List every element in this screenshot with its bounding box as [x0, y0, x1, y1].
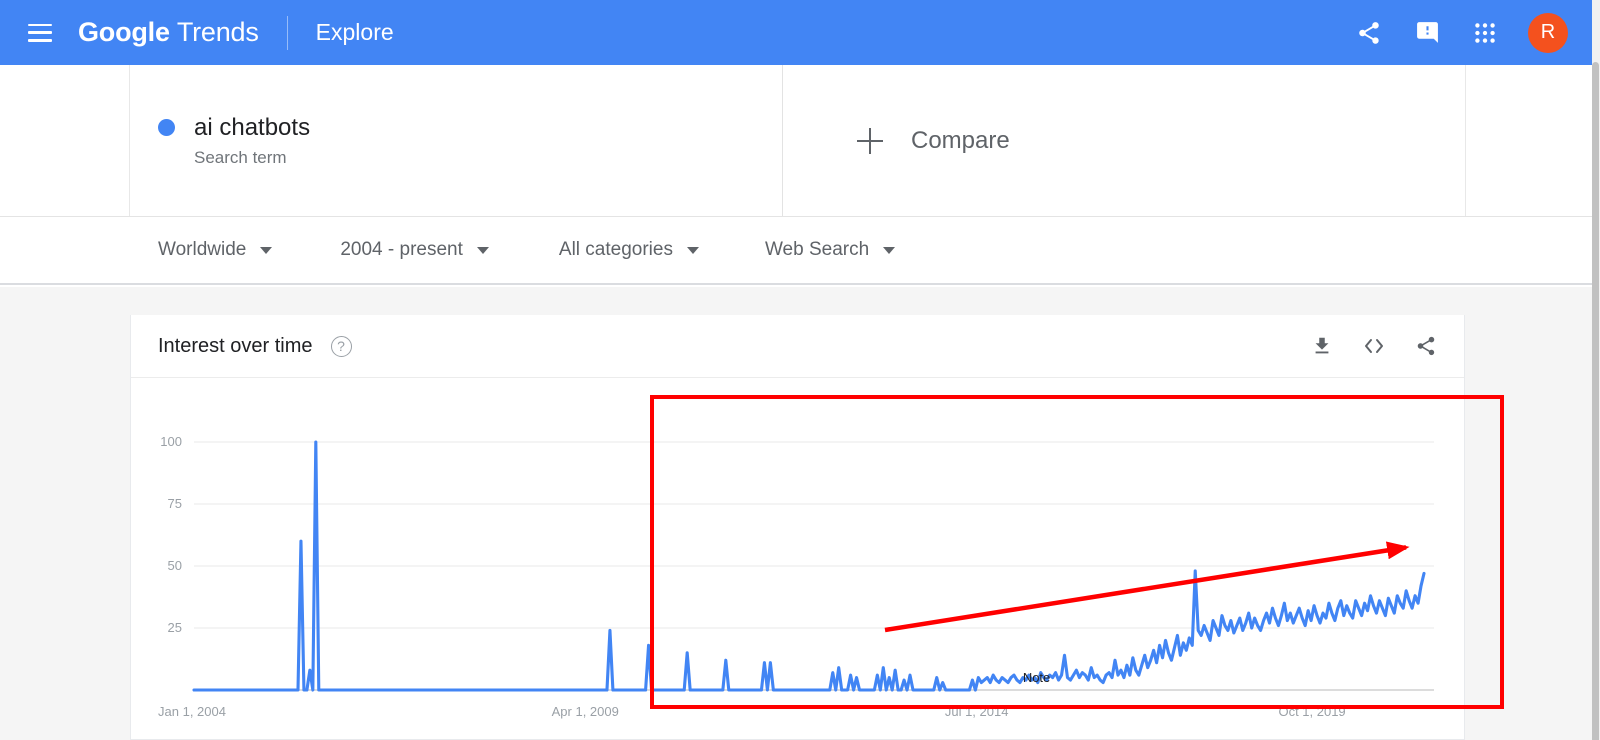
svg-text:50: 50 — [168, 558, 182, 573]
filter-time-range-label: 2004 - present — [340, 239, 463, 260]
svg-text:Apr 1, 2009: Apr 1, 2009 — [552, 704, 619, 719]
page-title: Interest over time — [158, 334, 313, 357]
share-icon[interactable] — [1340, 4, 1398, 62]
scrollbar-thumb[interactable] — [1592, 62, 1599, 740]
chart-area[interactable]: 25 50 75 100 Jan 1, 2004 Apr 1, 2009 Jul 1, 20… — [131, 378, 1464, 738]
filter-location-label: Worldwide — [158, 239, 247, 260]
app-bar: Google Trends Explore R — [0, 0, 1592, 65]
svg-text:Note: Note — [1023, 670, 1050, 685]
avatar[interactable]: R — [1528, 12, 1568, 53]
app-bar-divider — [286, 15, 288, 50]
chevron-down-icon — [260, 246, 273, 254]
filter-search-type-label: Web Search — [764, 239, 870, 260]
plus-icon — [857, 127, 883, 154]
interest-over-time-card: Interest over time ? 25 50 75 100 Jan 1,… — [130, 315, 1465, 740]
card-actions — [1308, 332, 1440, 360]
query-row: ai chatbots Search term Compare — [0, 65, 1592, 217]
apps-grid-icon[interactable] — [1456, 4, 1514, 62]
search-term-type: Search term — [194, 147, 287, 167]
query-left-gutter — [0, 65, 130, 216]
filter-category[interactable]: All categories — [559, 239, 699, 261]
share-icon[interactable] — [1412, 332, 1440, 360]
chevron-down-icon — [686, 246, 699, 254]
filter-category-label: All categories — [558, 239, 673, 260]
card-header: Interest over time ? — [131, 315, 1464, 378]
feedback-icon[interactable] — [1398, 4, 1456, 62]
filter-time-range[interactable]: 2004 - present — [340, 239, 489, 261]
logo-google-text: Google — [78, 17, 170, 47]
svg-text:100: 100 — [160, 434, 182, 449]
svg-text:Jan 1, 2004: Jan 1, 2004 — [158, 704, 226, 719]
search-term-line: ai chatbots — [158, 114, 782, 142]
svg-text:25: 25 — [168, 620, 182, 635]
search-term-text: ai chatbots — [194, 113, 311, 141]
logo-trends-text: Trends — [176, 17, 259, 47]
help-circle-icon[interactable]: ? — [330, 335, 352, 357]
filter-bar: Worldwide 2004 - present All categories … — [0, 217, 1592, 285]
chevron-down-icon — [476, 246, 489, 254]
app-bar-actions: R — [1340, 4, 1592, 62]
search-term-card[interactable]: ai chatbots Search term — [130, 65, 783, 216]
google-trends-page: Google Trends Explore R ai chatbots Sear… — [0, 0, 1600, 740]
google-trends-logo[interactable]: Google Trends — [78, 17, 259, 48]
query-right-gutter — [1465, 65, 1592, 216]
filter-search-type[interactable]: Web Search — [764, 239, 896, 261]
compare-button[interactable]: Compare — [783, 65, 1465, 216]
svg-text:Jul 1, 2014: Jul 1, 2014 — [945, 704, 1009, 719]
filter-location[interactable]: Worldwide — [158, 239, 273, 261]
content-area: Interest over time ? 25 50 75 100 Jan 1,… — [0, 287, 1592, 740]
series-color-dot — [158, 119, 175, 136]
download-icon[interactable] — [1308, 332, 1336, 360]
svg-text:Oct 1, 2019: Oct 1, 2019 — [1278, 704, 1345, 719]
page-scrollbar[interactable] — [1592, 0, 1600, 740]
hamburger-menu-icon[interactable] — [28, 23, 52, 42]
compare-label: Compare — [911, 126, 1010, 154]
interest-over-time-chart[interactable]: 25 50 75 100 Jan 1, 2004 Apr 1, 2009 Jul 1, 20… — [131, 378, 1464, 738]
svg-text:75: 75 — [168, 496, 182, 511]
chevron-down-icon — [883, 246, 896, 254]
embed-code-icon[interactable] — [1360, 332, 1388, 360]
explore-title: Explore — [315, 19, 394, 45]
